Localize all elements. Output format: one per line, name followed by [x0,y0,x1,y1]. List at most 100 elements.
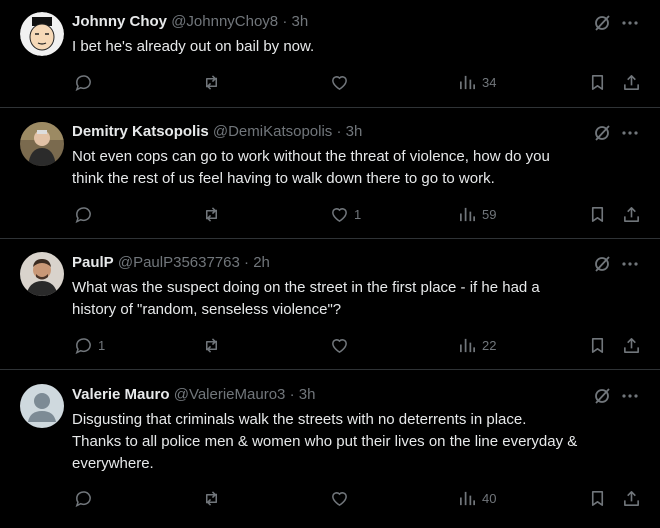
bookmark-icon [591,74,604,90]
tweet-tools [592,386,640,406]
like-button[interactable] [330,335,354,355]
like-button[interactable] [330,488,354,508]
timestamp[interactable]: 2h [253,254,270,271]
tweet-actions: 1 22 [72,335,644,355]
retweet-icon [205,206,218,222]
timestamp[interactable]: 3h [299,386,316,403]
retweet-button[interactable] [202,204,226,224]
tweet-header: PaulP @PaulP35637763 · 2h [72,253,270,273]
retweet-icon [205,337,218,353]
tweet-actions: 1 59 [72,204,644,224]
retweet-icon [205,490,218,506]
share-button[interactable] [622,488,641,508]
share-button[interactable] [622,72,641,92]
views-button[interactable]: 22 [458,335,496,355]
tweet-text: What was the suspect doing on the street… [72,277,648,321]
tweet-tools [592,13,640,33]
views-count: 59 [482,206,497,222]
timestamp[interactable]: 3h [346,123,363,140]
tweet-tools [592,254,640,274]
grok-icon[interactable] [592,386,612,406]
views-count: 40 [482,490,497,506]
retweet-button[interactable] [202,335,226,355]
grok-icon[interactable] [592,123,612,143]
tweet-text-line: I bet he's already out on bail by now. [72,38,315,55]
like-button[interactable] [330,72,354,92]
display-name[interactable]: Valerie Mauro [72,386,170,403]
grok-icon[interactable] [592,13,612,33]
separator: · [336,123,342,140]
views-icon [459,338,476,352]
reply-button[interactable] [74,72,98,92]
more-icon[interactable] [620,254,640,274]
tweet[interactable]: Demitry Katsopolis @DemiKatsopolis · 3h … [0,108,660,239]
avatar[interactable] [20,122,64,166]
bookmark-button[interactable] [588,204,607,224]
tweet-actions: 34 [72,72,644,92]
reply-icon [75,490,91,507]
share-button[interactable] [622,335,641,355]
tweet-text-line: Disgusting that criminals walk the stree… [72,411,527,428]
tweet-text-line: Not even cops can go to work without the… [72,148,550,165]
share-button[interactable] [622,204,641,224]
retweet-icon [205,74,218,90]
avatar[interactable] [20,384,64,428]
reply-button[interactable]: 1 [74,335,105,355]
avatar[interactable] [20,12,64,56]
bookmark-icon [591,206,604,222]
bookmark-button[interactable] [588,72,607,92]
views-count: 34 [482,74,497,90]
bookmark-icon [591,490,604,506]
share-icon [624,74,639,90]
tweet-header: Demitry Katsopolis @DemiKatsopolis · 3h [72,122,362,142]
views-icon [459,75,476,89]
views-button[interactable]: 40 [458,488,496,508]
display-name[interactable]: PaulP [72,254,114,271]
bookmark-button[interactable] [588,335,607,355]
reply-button[interactable] [74,488,98,508]
retweet-button[interactable] [202,72,226,92]
more-icon[interactable] [620,13,640,33]
share-icon [624,490,639,506]
views-icon [459,207,476,221]
like-icon [332,75,347,90]
more-icon[interactable] [620,123,640,143]
user-handle[interactable]: @PaulP35637763 [118,254,240,271]
reply-icon [75,337,91,354]
display-name[interactable]: Johnny Choy [72,13,167,30]
separator: · [289,386,295,403]
more-icon[interactable] [620,386,640,406]
tweet[interactable]: Valerie Mauro @ValerieMauro3 · 3h Disgus… [0,370,660,528]
bookmark-button[interactable] [588,488,607,508]
tweet-text: Disgusting that criminals walk the stree… [72,409,648,475]
like-count: 1 [354,206,362,222]
bookmark-icon [591,337,604,353]
like-icon [332,491,347,506]
tweet-text-line: history of "random, senseless violence"? [72,301,342,318]
grok-icon[interactable] [592,254,612,274]
separator: · [244,254,250,271]
reply-icon [75,74,91,91]
tweet[interactable]: Johnny Choy @JohnnyChoy8 · 3h I bet he's… [0,0,660,108]
like-button[interactable]: 1 [330,204,361,224]
user-handle[interactable]: @ValerieMauro3 [174,386,286,403]
avatar[interactable] [20,252,64,296]
like-icon [332,207,347,222]
views-button[interactable]: 34 [458,72,496,92]
tweet-header: Valerie Mauro @ValerieMauro3 · 3h [72,385,315,405]
reply-button[interactable] [74,204,98,224]
views-button[interactable]: 59 [458,204,496,224]
retweet-button[interactable] [202,488,226,508]
tweet-tools [592,123,640,143]
tweet-text: I bet he's already out on bail by now. [72,36,648,58]
user-handle[interactable]: @DemiKatsopolis [213,123,332,140]
tweet[interactable]: PaulP @PaulP35637763 · 2h What was the s… [0,239,660,370]
views-count: 22 [482,337,497,353]
reply-icon [75,206,91,223]
timestamp[interactable]: 3h [292,13,309,30]
tweet-text-line: Thanks to all police men & women who put… [72,433,578,450]
tweet-text-line: think the rest of us feel having to walk… [72,170,495,187]
tweet-text-line: everywhere. [72,455,154,472]
display-name[interactable]: Demitry Katsopolis [72,123,209,140]
user-handle[interactable]: @JohnnyChoy8 [171,13,278,30]
